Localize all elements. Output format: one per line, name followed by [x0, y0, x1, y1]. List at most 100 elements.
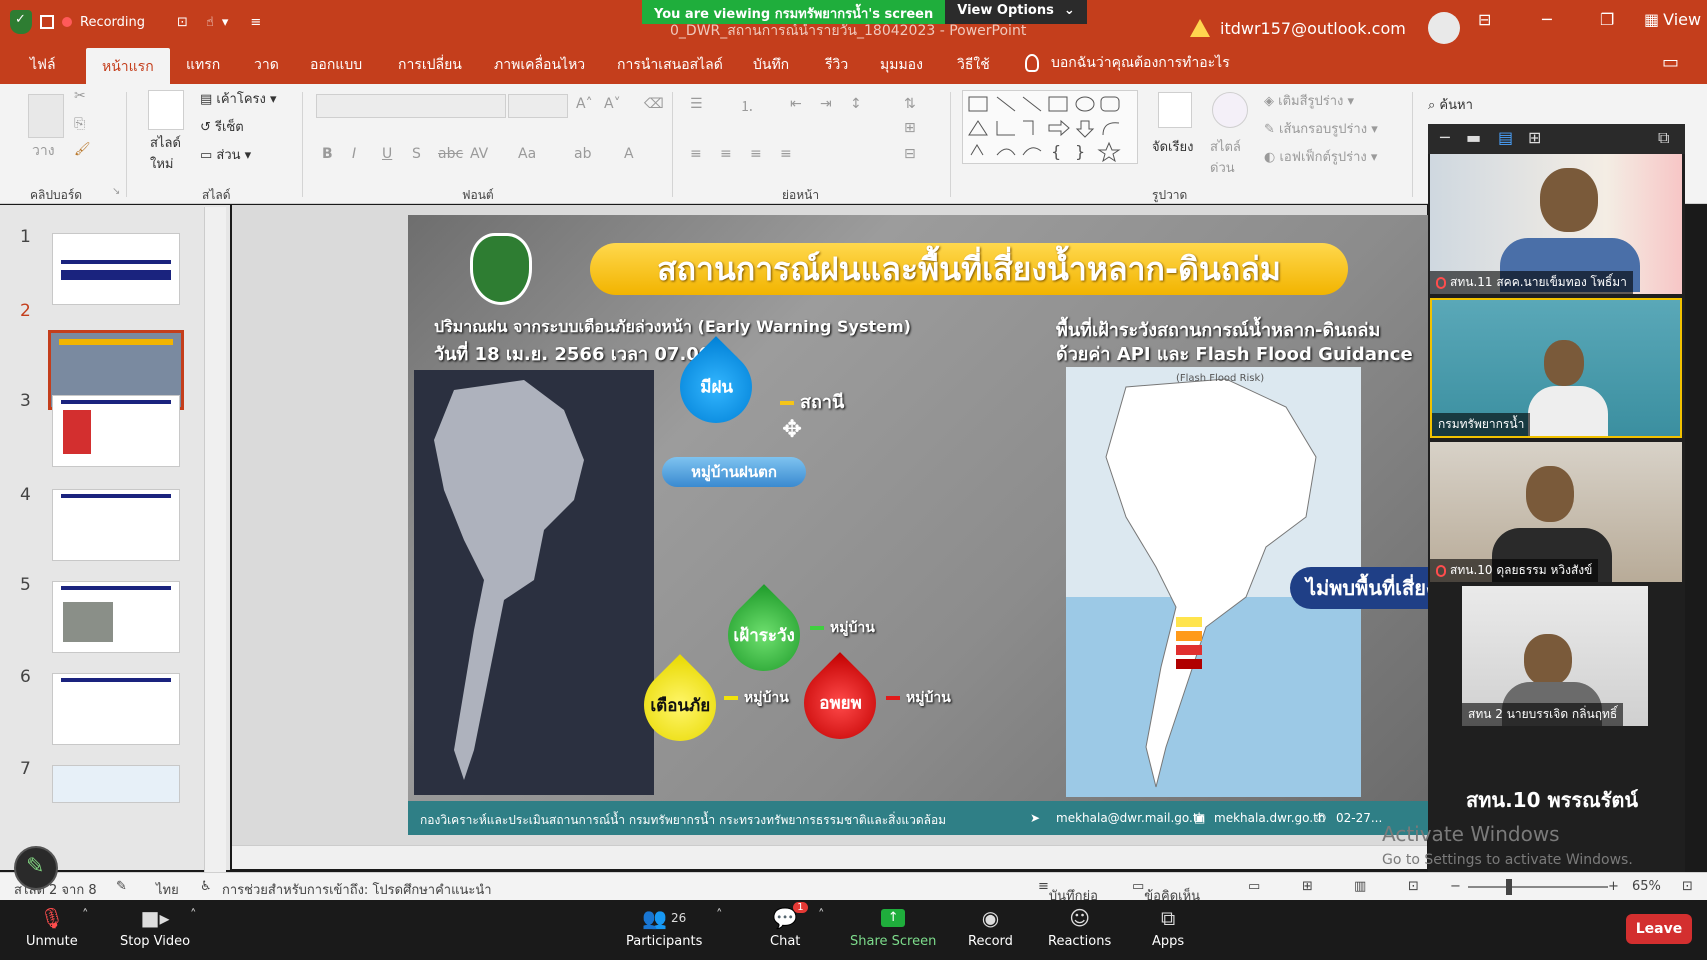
apps-button[interactable]: ⧉ Apps: [1152, 904, 1184, 949]
fit-slide-icon[interactable]: ⊡: [1682, 879, 1693, 894]
language-indicator[interactable]: ไทย: [156, 879, 179, 900]
comments-button[interactable]: ▭ ข้อคิดเห็น: [1132, 879, 1200, 904]
accessibility-status[interactable]: การช่วยสำหรับการเข้าถึง: โปรดศึกษาคำแนะน…: [222, 879, 492, 900]
view-button[interactable]: ▦ View: [1644, 10, 1701, 29]
account-email[interactable]: itdwr157@outlook.com: [1220, 19, 1406, 38]
arrange-icon[interactable]: [1158, 92, 1192, 128]
paste-button[interactable]: [28, 94, 64, 138]
zoom-slider[interactable]: [1468, 886, 1608, 888]
align-center-icon[interactable]: ≡: [720, 146, 732, 162]
decrease-indent-icon[interactable]: ⇤: [790, 96, 802, 112]
format-painter-icon[interactable]: 🖌: [74, 142, 91, 157]
tab-review-notes[interactable]: บันทึก: [753, 54, 789, 76]
change-case-icon[interactable]: Aa: [518, 146, 536, 162]
participant-tile[interactable]: สทน.11 สคค.นายเข็มทอง โพธิ์มา: [1430, 154, 1682, 294]
touch-icon[interactable]: ☝: [206, 15, 214, 30]
smartart-icon[interactable]: ⊟: [904, 146, 916, 162]
tab-slideshow[interactable]: การนำเสนอสไลด์: [617, 54, 723, 76]
slide[interactable]: สถานการณ์ฝนและพื้นที่เสี่ยงน้ำหลาก-ดินถล…: [408, 215, 1428, 835]
align-text-icon[interactable]: ⊞: [904, 120, 916, 136]
zoom-slider-thumb[interactable]: [1506, 879, 1512, 895]
leave-button[interactable]: Leave: [1626, 914, 1692, 944]
reactions-button[interactable]: ☺ Reactions: [1048, 904, 1111, 949]
tab-design[interactable]: ออกแบบ: [310, 54, 362, 76]
zoom-in-icon[interactable]: +: [1608, 879, 1619, 894]
layout-button[interactable]: ▤ เค้าโครง ▾: [200, 88, 277, 109]
slide-thumbnail-3[interactable]: [52, 395, 180, 467]
highlight-icon[interactable]: ab: [574, 146, 591, 162]
slide-thumbnail-1[interactable]: [52, 233, 180, 305]
warning-icon[interactable]: [1190, 19, 1210, 37]
shape-outline-button[interactable]: ✎ เส้นกรอบรูปร่าง ▾: [1264, 118, 1378, 139]
new-slide-button[interactable]: สไลด์ใหม่: [150, 132, 190, 174]
font-color-icon[interactable]: A: [624, 146, 634, 162]
char-spacing-icon[interactable]: AV: [470, 146, 488, 162]
shapes-gallery[interactable]: { }: [962, 90, 1138, 164]
chevron-up-icon[interactable]: ˄: [716, 908, 723, 923]
slide-thumbnail-6[interactable]: [52, 673, 180, 745]
section-button[interactable]: ▭ ส่วน ▾: [200, 144, 251, 165]
participants-button[interactable]: 👥 26 Participants: [626, 904, 702, 949]
gallery-view-icon[interactable]: ⊞: [1528, 128, 1541, 147]
reset-button[interactable]: ↺ รีเซ็ต: [200, 116, 244, 137]
chevron-down-icon[interactable]: ▾: [222, 15, 229, 30]
quick-styles-icon[interactable]: [1212, 92, 1248, 128]
tab-transitions[interactable]: การเปลี่ยน: [398, 54, 462, 76]
zoom-out-icon[interactable]: −: [1450, 879, 1461, 894]
tab-help[interactable]: วิธีใช้: [957, 54, 990, 76]
annotate-pen-button[interactable]: [14, 846, 58, 890]
decrease-font-icon[interactable]: A˅: [604, 96, 621, 112]
shape-effects-button[interactable]: ◐ เอฟเฟ็กต์รูปร่าง ▾: [1264, 146, 1377, 167]
slide-thumbnail-5[interactable]: [52, 581, 180, 653]
copy-icon[interactable]: ⎘: [74, 116, 85, 132]
shape-fill-button[interactable]: ◈ เติมสีรูปร่าง ▾: [1264, 90, 1354, 111]
notes-button[interactable]: ≡ บันทึกย่อ: [1038, 879, 1098, 904]
chevron-up-icon[interactable]: ˄: [82, 908, 89, 923]
restore-icon[interactable]: ❐: [1600, 10, 1614, 29]
view-options-button[interactable]: View Options ⌄: [945, 0, 1087, 24]
comments-icon[interactable]: ▭: [1662, 52, 1679, 73]
numbering-icon[interactable]: ⒈: [740, 96, 754, 116]
tab-file[interactable]: ไฟล์: [30, 54, 56, 76]
new-slide-icon[interactable]: [148, 90, 184, 130]
underline-icon[interactable]: U: [382, 146, 392, 162]
thumbnail-scrollbar[interactable]: [204, 207, 226, 872]
bullets-icon[interactable]: ☰: [690, 96, 703, 112]
unmute-button[interactable]: 🎙 Unmute: [26, 904, 78, 949]
minimize-gallery-icon[interactable]: ─: [1440, 128, 1450, 147]
shadow-icon[interactable]: S: [412, 146, 421, 162]
increase-indent-icon[interactable]: ⇥: [820, 96, 832, 112]
quick-styles-button[interactable]: สไตล์ด่วน: [1210, 136, 1250, 178]
screen-icon[interactable]: ⊡: [177, 15, 188, 30]
slide-thumbnail-7[interactable]: [52, 765, 180, 803]
hide-video-icon[interactable]: ▬: [1466, 128, 1481, 147]
popout-icon[interactable]: ⧉: [1658, 128, 1669, 148]
stop-video-button[interactable]: ■▸ Stop Video: [120, 904, 190, 949]
tell-me-search[interactable]: บอกฉันว่าคุณต้องการทำอะไร: [1025, 52, 1230, 74]
save-icon[interactable]: [40, 15, 54, 29]
spell-check-icon[interactable]: ✎: [116, 879, 127, 894]
ribbon-display-icon[interactable]: ⊟: [1478, 10, 1491, 29]
align-left-icon[interactable]: ≡: [690, 146, 702, 162]
record-button[interactable]: ◉ Record: [968, 904, 1013, 949]
tab-insert[interactable]: แทรก: [186, 54, 220, 76]
line-spacing-icon[interactable]: ↕: [850, 96, 862, 112]
slide-sorter-icon[interactable]: ⊞: [1302, 879, 1313, 894]
bold-icon[interactable]: B: [322, 146, 333, 162]
dialog-launcher-icon[interactable]: ↘: [112, 186, 120, 197]
cut-icon[interactable]: ✂: [74, 88, 86, 104]
chevron-up-icon[interactable]: ˄: [190, 908, 197, 923]
align-right-icon[interactable]: ≡: [750, 146, 762, 162]
horizontal-scrollbar[interactable]: [232, 845, 1427, 869]
slide-thumbnail-4[interactable]: [52, 489, 180, 561]
participant-tile[interactable]: สทน 2 นายบรรเจิด กลิ่นฤทธิ์: [1462, 586, 1648, 726]
normal-view-icon[interactable]: ▭: [1248, 879, 1260, 894]
tab-view[interactable]: มุมมอง: [880, 54, 923, 76]
minimize-icon[interactable]: ─: [1542, 10, 1552, 29]
tab-animations[interactable]: ภาพเคลื่อนไหว: [494, 54, 585, 76]
tab-draw[interactable]: วาด: [254, 54, 279, 76]
find-button[interactable]: ⌕ ค้นหา: [1428, 94, 1473, 115]
text-direction-icon[interactable]: ⇅: [904, 96, 916, 112]
chat-button[interactable]: 💬 1 Chat: [770, 902, 808, 949]
clear-format-icon[interactable]: ⌫: [644, 96, 664, 112]
